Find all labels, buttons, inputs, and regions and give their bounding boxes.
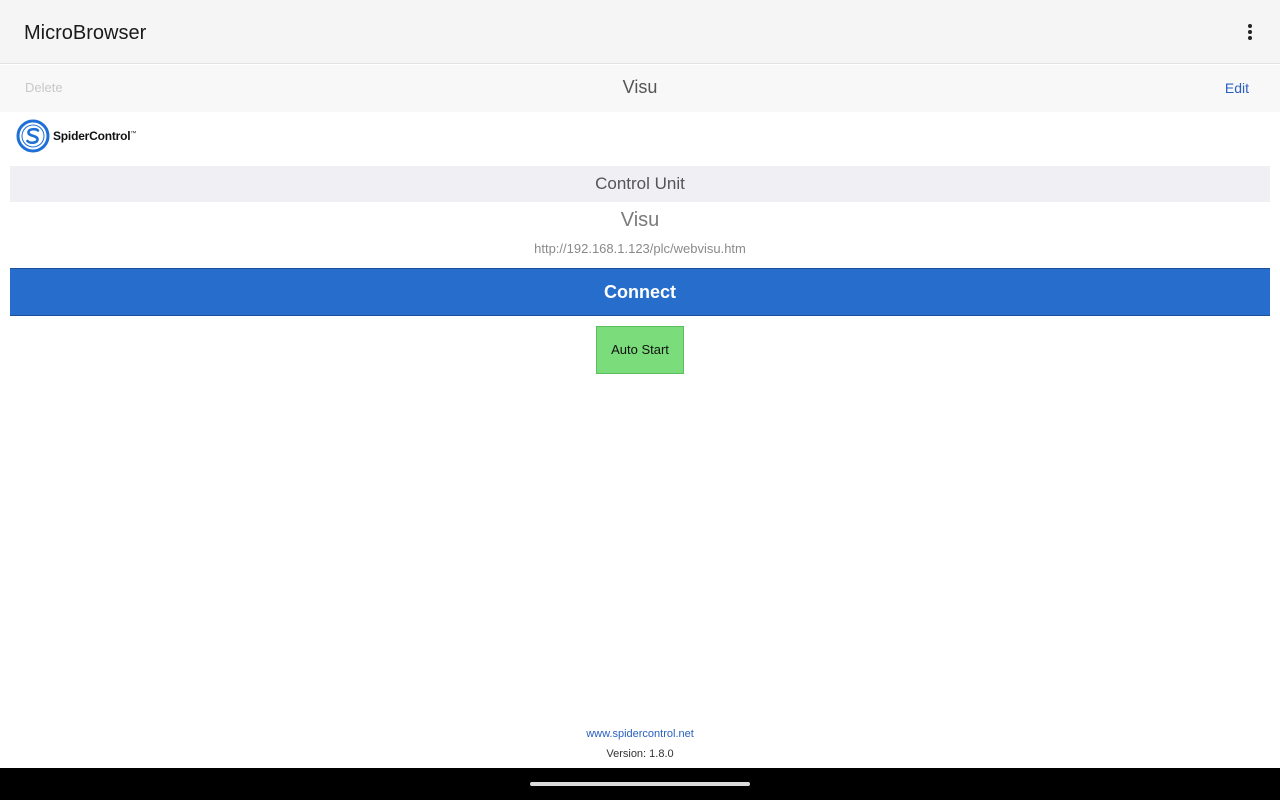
app-title: MicroBrowser: [24, 22, 147, 44]
spidercontrol-logo: SpiderControl™: [16, 118, 136, 154]
website-link[interactable]: www.spidercontrol.net: [0, 728, 1280, 740]
system-navigation-bar: [0, 768, 1280, 800]
version-label: Version: 1.8.0: [606, 748, 674, 760]
connect-button[interactable]: Connect: [10, 268, 1270, 316]
spidercontrol-logo-icon: [16, 119, 50, 153]
visu-url: http://192.168.1.123/plc/webvisu.htm: [534, 241, 746, 256]
visu-name: Visu: [620, 209, 660, 231]
nav-bar: Delete Visu Edit: [0, 65, 1280, 112]
app-bar: MicroBrowser: [0, 0, 1280, 64]
home-handle[interactable]: [530, 782, 750, 786]
more-vert-icon[interactable]: [1236, 18, 1264, 46]
logo-text: SpiderControl™: [53, 129, 137, 143]
edit-button[interactable]: Edit: [1225, 80, 1249, 96]
auto-start-button[interactable]: Auto Start: [596, 326, 684, 374]
page-title: Visu: [622, 77, 658, 97]
section-header: Control Unit: [10, 166, 1270, 202]
